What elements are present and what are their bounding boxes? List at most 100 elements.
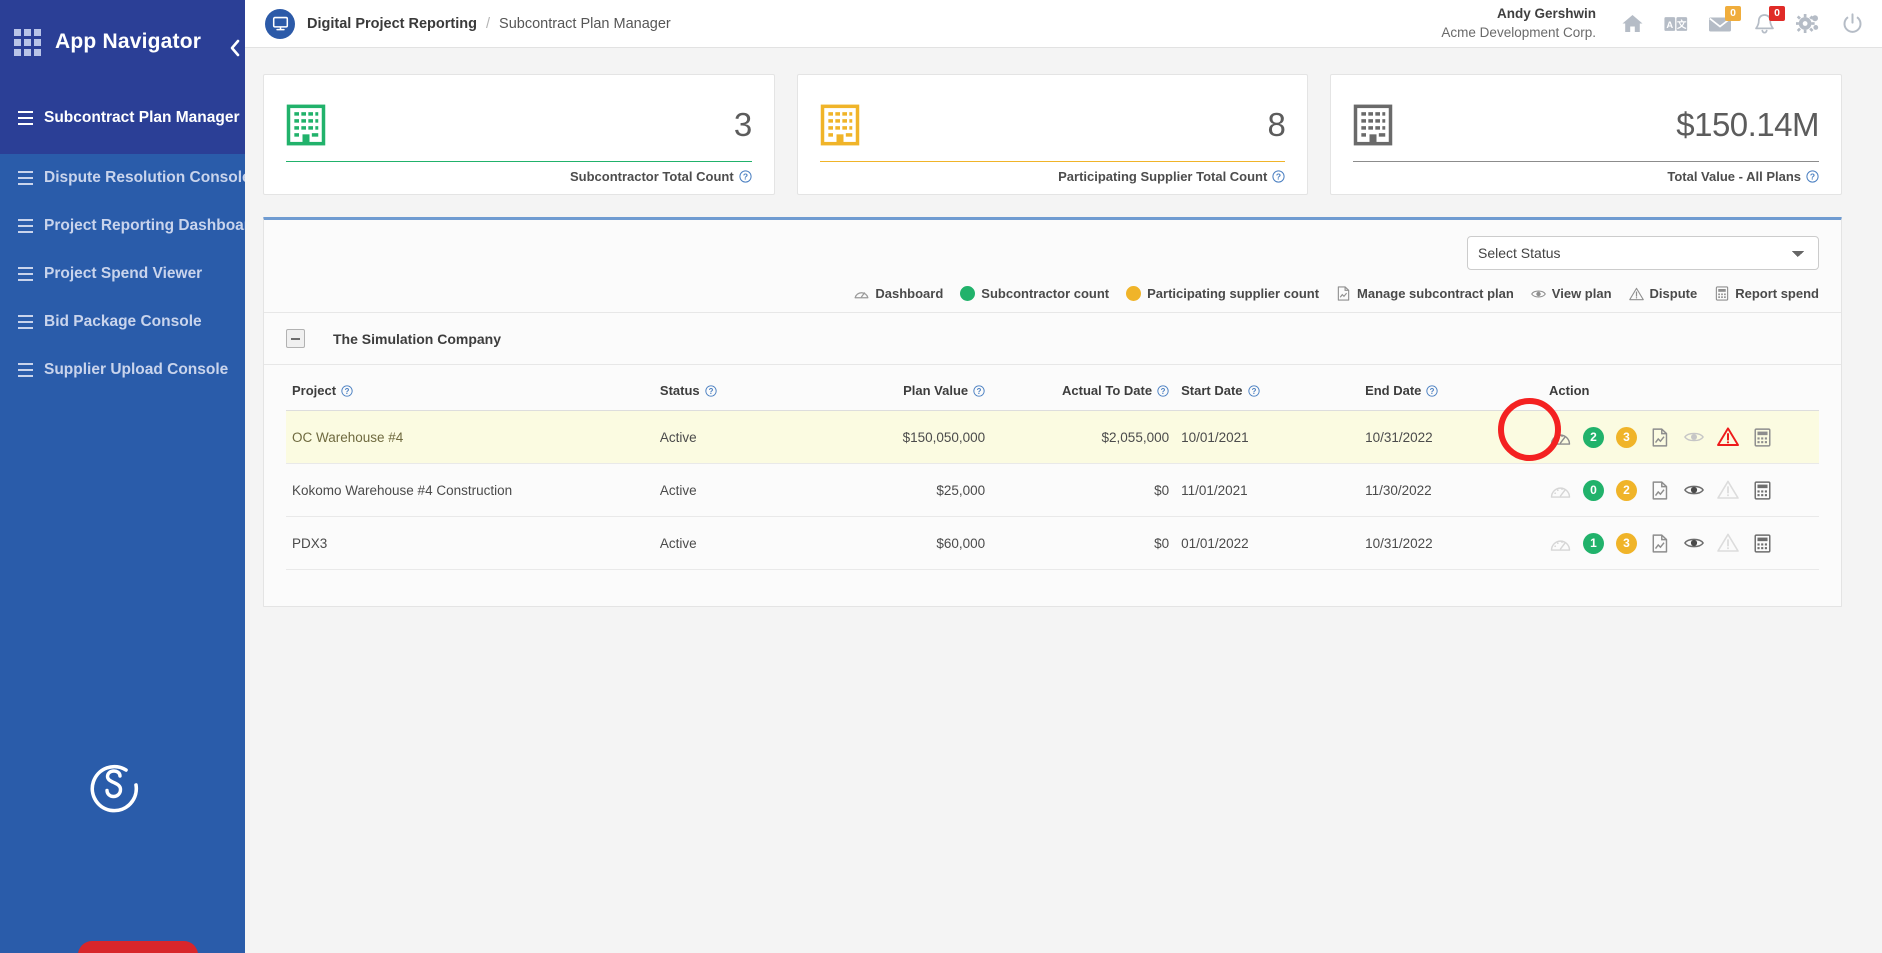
- home-icon[interactable]: [1620, 12, 1644, 36]
- help-circle-icon[interactable]: ?: [1247, 384, 1260, 397]
- building-icon: [286, 104, 326, 146]
- cell-actions: 0 2: [1543, 463, 1819, 517]
- col-label: Actual To Date: [1062, 383, 1153, 398]
- col-start-date[interactable]: Start Date ?: [1175, 375, 1360, 411]
- view-plan-icon[interactable]: [1683, 479, 1705, 501]
- legend-item-report-spend: Report spend: [1714, 286, 1819, 301]
- sidebar-active-group: Subcontract Plan Manager: [0, 84, 245, 154]
- cell-actual-to-date: $0: [991, 463, 1176, 517]
- legend-label: Manage subcontract plan: [1357, 286, 1514, 301]
- table-row[interactable]: PDX3 Active $60,000 $0 01/01/2022 10/31/…: [286, 516, 1819, 570]
- cell-project[interactable]: Kokomo Warehouse #4 Construction: [286, 463, 654, 517]
- col-plan-value[interactable]: Plan Value ?: [807, 375, 992, 411]
- kpi-label: Subcontractor Total Count: [569, 169, 734, 184]
- view-plan-icon[interactable]: [1683, 426, 1705, 448]
- translate-icon[interactable]: A 文: [1664, 12, 1688, 36]
- subcontractor-count-badge[interactable]: 1: [1583, 532, 1605, 554]
- legend-label: Participating supplier count: [1147, 286, 1320, 301]
- subcontractor-count-badge[interactable]: 2: [1583, 426, 1605, 448]
- cell-plan-value: $150,050,000: [807, 410, 992, 464]
- bottom-red-accent: [78, 941, 198, 953]
- help-circle-icon[interactable]: ?: [1426, 384, 1439, 397]
- legend-item-dispute: Dispute: [1628, 286, 1697, 301]
- col-label: Project: [292, 383, 337, 398]
- user-organization: Acme Development Corp.: [1441, 24, 1596, 40]
- user-info: Andy Gershwin Acme Development Corp.: [1441, 5, 1596, 41]
- cell-status: Active: [653, 463, 808, 517]
- dispute-icon[interactable]: [1717, 426, 1739, 448]
- cell-plan-value: $25,000: [807, 463, 992, 517]
- breadcrumb-app[interactable]: Digital Project Reporting: [307, 16, 477, 32]
- sidebar-item-dispute-resolution-console[interactable]: Dispute Resolution Console: [0, 154, 245, 202]
- bell-badge: 0: [1769, 5, 1785, 21]
- report-spend-icon[interactable]: [1751, 479, 1773, 501]
- cell-project[interactable]: PDX3: [286, 516, 654, 570]
- svg-text:?: ?: [1276, 172, 1281, 182]
- svg-text:文: 文: [1676, 18, 1687, 29]
- table-row[interactable]: OC Warehouse #4 Active $150,050,000 $2,0…: [286, 410, 1819, 464]
- calculator-icon: [1714, 286, 1729, 301]
- mail-icon[interactable]: 0: [1708, 5, 1741, 36]
- power-icon[interactable]: [1840, 12, 1864, 36]
- cell-start-date: 10/01/2021: [1175, 410, 1360, 464]
- group-header-row: The Simulation Company: [264, 313, 1841, 365]
- svg-text:?: ?: [1430, 386, 1435, 395]
- view-plan-icon[interactable]: [1683, 532, 1705, 554]
- manage-subcontract-plan-icon[interactable]: [1649, 426, 1671, 448]
- report-spend-icon[interactable]: [1751, 426, 1773, 448]
- sidebar-item-label: Project Spend Viewer: [44, 265, 203, 282]
- menu-bars-icon: [18, 361, 33, 379]
- manage-subcontract-plan-icon[interactable]: [1649, 532, 1671, 554]
- legend-item-subcontractor-count: Subcontractor count: [960, 286, 1109, 301]
- col-actual-to-date[interactable]: Actual To Date ?: [991, 375, 1176, 411]
- cell-status: Active: [653, 516, 808, 570]
- gear-icon[interactable]: [1796, 12, 1820, 36]
- supplier-count-badge[interactable]: 3: [1616, 532, 1638, 554]
- kpi-label: Participating Supplier Total Count: [1058, 169, 1268, 184]
- help-circle-icon[interactable]: ?: [705, 384, 717, 397]
- sidebar-item-supplier-upload-console[interactable]: Supplier Upload Console: [0, 346, 245, 394]
- col-project[interactable]: Project ?: [286, 375, 654, 411]
- help-circle-icon[interactable]: ?: [1806, 170, 1819, 183]
- kpi-label-row: Subcontractor Total Count ?: [286, 162, 752, 184]
- action-icon-group: 2 3: [1549, 426, 1813, 448]
- legend-item-participating-supplier-count: Participating supplier count: [1126, 286, 1319, 301]
- cell-project[interactable]: OC Warehouse #4: [286, 410, 654, 464]
- document-icon: [1336, 286, 1351, 301]
- bell-icon[interactable]: 0: [1752, 5, 1785, 36]
- sidebar-item-bid-package-console[interactable]: Bid Package Console: [0, 298, 245, 346]
- status-filter-select[interactable]: Select Status Active Inactive Closed Pen…: [1467, 236, 1819, 270]
- help-circle-icon[interactable]: ?: [341, 384, 353, 397]
- col-action: Action: [1543, 375, 1819, 411]
- col-end-date[interactable]: End Date ?: [1359, 375, 1544, 411]
- report-spend-icon[interactable]: [1751, 532, 1773, 554]
- main-area: Digital Project Reporting / Subcontract …: [245, 0, 1882, 953]
- subcontractor-count-badge[interactable]: 0: [1583, 479, 1605, 501]
- help-circle-icon[interactable]: ?: [1272, 170, 1285, 183]
- minus-box-icon[interactable]: [286, 329, 305, 348]
- help-circle-icon[interactable]: ?: [973, 384, 985, 397]
- plans-table-head: Project ? Status ? Plan Value ? Actual T…: [286, 375, 1819, 411]
- sidebar-item-project-reporting-dashboard[interactable]: Project Reporting Dashboard: [0, 202, 245, 250]
- app-root: App Navigator Subcontract Plan Manager D…: [0, 0, 1882, 953]
- cell-actual-to-date: $2,055,000: [991, 410, 1176, 464]
- sidebar-collapse-button[interactable]: [224, 24, 245, 72]
- svg-text:?: ?: [1161, 386, 1166, 395]
- app-navigator-header[interactable]: App Navigator: [0, 0, 245, 84]
- col-status[interactable]: Status ?: [653, 375, 808, 411]
- help-circle-icon[interactable]: ?: [1157, 384, 1169, 397]
- table-row[interactable]: Kokomo Warehouse #4 Construction Active …: [286, 463, 1819, 517]
- supplier-count-badge[interactable]: 2: [1616, 479, 1638, 501]
- dashboard-icon[interactable]: [1549, 426, 1571, 448]
- breadcrumb-page: Subcontract Plan Manager: [499, 15, 671, 32]
- sidebar-item-project-spend-viewer[interactable]: Project Spend Viewer: [0, 250, 245, 298]
- table-header-row: Project ? Status ? Plan Value ? Actual T…: [286, 375, 1819, 411]
- content-area: 3 Subcontractor Total Count ? 8 Particip…: [245, 48, 1882, 607]
- help-circle-icon[interactable]: ?: [739, 170, 752, 183]
- cell-end-date: 10/31/2022: [1359, 410, 1544, 464]
- manage-subcontract-plan-icon[interactable]: [1649, 479, 1671, 501]
- sidebar-item-subcontract-plan-manager[interactable]: Subcontract Plan Manager: [0, 94, 245, 142]
- menu-bars-icon: [18, 265, 33, 283]
- supplier-count-badge[interactable]: 3: [1616, 426, 1638, 448]
- menu-bars-icon: [18, 169, 33, 187]
